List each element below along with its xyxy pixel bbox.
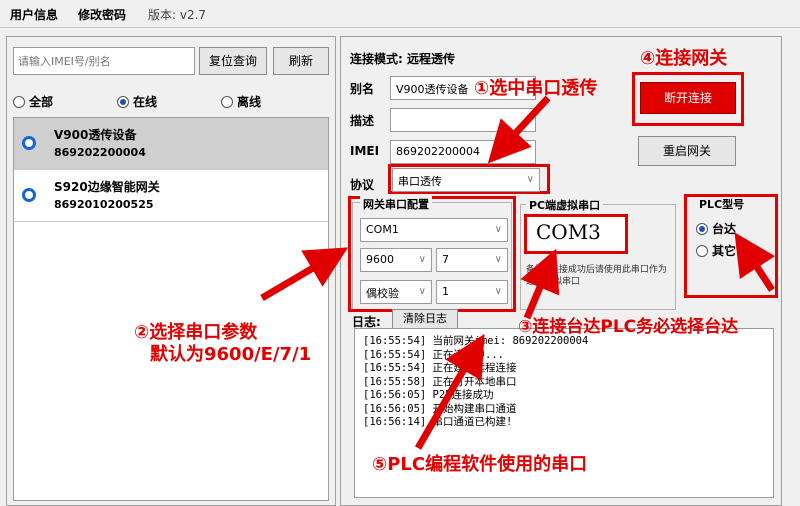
device-imei: 869202200004 bbox=[54, 146, 146, 159]
data-bits-select[interactable]: 7 ∨ bbox=[436, 248, 508, 272]
chevron-down-icon: ∨ bbox=[494, 224, 502, 235]
online-status-icon bbox=[22, 188, 36, 202]
alias-label: 别名 bbox=[350, 82, 375, 96]
list-item[interactable]: S920边缘智能网关 8692010200525 bbox=[14, 170, 328, 222]
chevron-down-icon: ∨ bbox=[526, 174, 534, 185]
annotation-1: ①选中串口透传 bbox=[474, 78, 598, 99]
chevron-down-icon: ∨ bbox=[494, 254, 502, 265]
chevron-down-icon: ∨ bbox=[418, 254, 426, 265]
log-line: [16:55:54] 正在建立远程连接 bbox=[363, 362, 517, 374]
protocol-select[interactable]: 串口透传 ∨ bbox=[392, 168, 540, 192]
filter-offline[interactable]: 离线 bbox=[221, 93, 261, 110]
menu-change-password[interactable]: 修改密码 bbox=[78, 6, 126, 23]
filter-online[interactable]: 在线 bbox=[117, 93, 157, 110]
version-label: 版本: v2.7 bbox=[148, 8, 207, 22]
imei-field[interactable]: 869202200004 bbox=[390, 140, 536, 164]
device-list: V900透传设备 869202200004 S920边缘智能网关 8692010… bbox=[13, 117, 329, 501]
device-imei: 8692010200525 bbox=[54, 198, 154, 211]
stop-bits-select[interactable]: 1 ∨ bbox=[436, 280, 508, 304]
annotation-4: ④连接网关 bbox=[640, 48, 728, 69]
reset-query-button[interactable]: 复位查询 bbox=[199, 47, 267, 75]
plc-other-radio[interactable]: 其它 bbox=[696, 242, 736, 259]
description-field[interactable] bbox=[390, 108, 536, 132]
menu-bar: 用户信息 修改密码 版本: v2.7 bbox=[0, 0, 800, 28]
virtual-port-value: COM3 bbox=[536, 220, 601, 244]
online-status-icon bbox=[22, 136, 36, 150]
log-line: [16:55:54] 正在连接中... bbox=[363, 348, 505, 361]
radio-icon bbox=[13, 96, 25, 108]
filter-all[interactable]: 全部 bbox=[13, 93, 53, 110]
disconnect-button[interactable]: 断开连接 bbox=[640, 82, 736, 114]
radio-icon bbox=[221, 96, 233, 108]
parity-select[interactable]: 偶校验 ∨ bbox=[360, 280, 432, 304]
serial-config-title: 网关串口配置 bbox=[360, 196, 432, 212]
device-name: V900透传设备 bbox=[54, 128, 137, 142]
log-line: [16:55:58] 正在打开本地串口 bbox=[363, 375, 517, 388]
radio-icon bbox=[696, 245, 708, 257]
log-line: [16:56:05] P2P连接成功 bbox=[363, 389, 494, 401]
description-label: 描述 bbox=[350, 114, 375, 128]
mode-label: 连接模式: 远程透传 bbox=[350, 52, 456, 66]
annotation-2-line2: 默认为9600/E/7/1 bbox=[150, 344, 312, 365]
clear-log-button[interactable]: 清除日志 bbox=[392, 309, 458, 329]
com-port-select[interactable]: COM1 ∨ bbox=[360, 218, 508, 242]
protocol-label: 协议 bbox=[350, 178, 375, 192]
radio-checked-icon bbox=[117, 96, 129, 108]
chevron-down-icon: ∨ bbox=[418, 286, 426, 297]
imei-label: IMEI bbox=[350, 144, 380, 158]
device-list-panel: 复位查询 刷新 全部 在线 离线 V900透传设备 869202200004 S… bbox=[6, 36, 336, 506]
plc-delta-radio[interactable]: 台达 bbox=[696, 220, 736, 237]
menu-user-info[interactable]: 用户信息 bbox=[10, 6, 58, 23]
annotation-3: ③连接台达PLC务必选择台达 bbox=[518, 317, 739, 337]
baud-rate-select[interactable]: 9600 ∨ bbox=[360, 248, 432, 272]
radio-checked-icon bbox=[696, 223, 708, 235]
virtual-port-title: PC端虚拟串口 bbox=[526, 197, 604, 213]
restart-gateway-button[interactable]: 重启网关 bbox=[638, 136, 736, 166]
log-line: [16:56:05] 开始构建串口通道 bbox=[363, 402, 517, 415]
refresh-button[interactable]: 刷新 bbox=[273, 47, 329, 75]
virtual-port-note: 备注: 连接成功后请使用此串口作为远程虚拟串口 bbox=[526, 265, 667, 287]
search-input[interactable] bbox=[13, 47, 195, 75]
log-line: [16:56:14] 串口通道已构建! bbox=[363, 416, 513, 428]
device-name: S920边缘智能网关 bbox=[54, 180, 160, 194]
chevron-down-icon: ∨ bbox=[494, 286, 502, 297]
annotation-5: ⑤PLC编程软件使用的串口 bbox=[372, 454, 588, 475]
log-line: [16:55:54] 当前网关imei: 869202200004 bbox=[363, 335, 589, 347]
list-item[interactable]: V900透传设备 869202200004 bbox=[14, 118, 328, 170]
plc-model-title: PLC型号 bbox=[699, 198, 745, 211]
